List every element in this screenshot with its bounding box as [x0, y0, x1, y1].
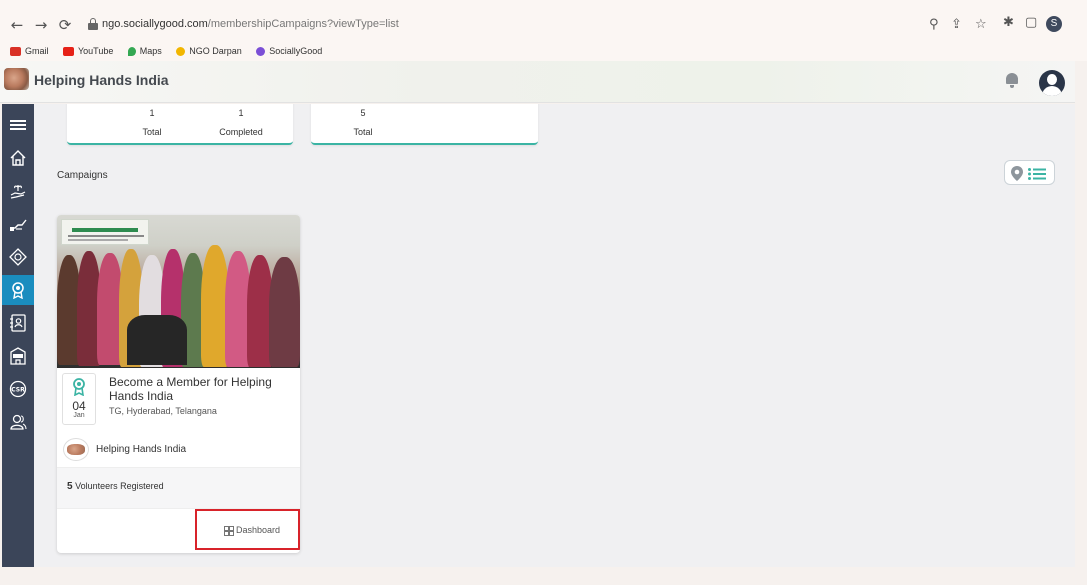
- volunteers-label: Volunteers Registered: [75, 481, 164, 491]
- ngo-darpan-icon: [176, 46, 186, 56]
- donation-icon[interactable]: [2, 209, 34, 239]
- stat-value: 1: [238, 108, 244, 118]
- stat-value: 1: [149, 108, 155, 118]
- ngo-building-icon[interactable]: [2, 341, 34, 371]
- campaign-date: 04 Jan: [62, 373, 96, 425]
- maps-icon: [127, 46, 136, 56]
- url-text: ngo.sociallygood.com/membershipCampaigns…: [102, 18, 399, 30]
- campaign-org-name: Helping Hands India: [96, 444, 187, 455]
- bookmark-label: NGO Darpan: [189, 45, 242, 56]
- view-toggle: [1004, 160, 1055, 185]
- stat-completed: 1 Completed: [191, 108, 291, 137]
- org-title: Helping Hands India: [34, 72, 169, 88]
- back-icon[interactable]: ←: [8, 16, 26, 34]
- menu-icon[interactable]: [2, 110, 34, 140]
- badge-tag-icon[interactable]: [2, 242, 34, 272]
- bookmark-label: Gmail: [25, 45, 49, 56]
- stat-total: 1 Total: [102, 108, 202, 137]
- photo-banner: [61, 219, 149, 245]
- stat-label: Total: [142, 127, 162, 137]
- main-content: 1 Total 1 Completed 5 Total Campaigns 04…: [34, 104, 1075, 567]
- stat-total-volunteers: 5 Total: [313, 108, 413, 137]
- url-domain: ngo.sociallygood.com: [102, 18, 208, 30]
- home-icon[interactable]: [2, 143, 34, 173]
- date-month: Jan: [73, 412, 85, 419]
- csr-icon[interactable]: CSR: [2, 374, 34, 404]
- campaign-photo: [57, 215, 300, 368]
- bookmark-gmail[interactable]: Gmail: [10, 46, 49, 56]
- user-avatar[interactable]: [1039, 70, 1065, 96]
- star-icon[interactable]: ☆: [975, 18, 987, 32]
- reload-icon[interactable]: ⟳: [56, 16, 74, 34]
- membership-award-icon[interactable]: [2, 275, 34, 305]
- bookmark-label: SociallyGood: [269, 45, 323, 56]
- url-path: /membershipCampaigns?viewType=list: [207, 18, 399, 30]
- dashboard-grid-icon: [224, 526, 234, 536]
- gmail-icon: [10, 46, 21, 56]
- bookmark-ngo-darpan[interactable]: NGO Darpan: [176, 46, 242, 56]
- contact-book-icon[interactable]: [2, 308, 34, 338]
- stats-card-campaigns: 1 Total 1 Completed: [67, 104, 293, 145]
- volunteers-registered: 5 Volunteers Registered: [67, 481, 164, 492]
- campaign-card[interactable]: 04 Jan Become a Member for Helping Hands…: [57, 215, 300, 553]
- campaign-title[interactable]: Become a Member for Helping Hands India: [109, 375, 289, 403]
- lock-icon: [88, 18, 98, 30]
- forward-icon[interactable]: →: [32, 16, 50, 34]
- org-logo-image: [63, 438, 89, 461]
- youtube-icon: [62, 46, 74, 56]
- volunteers-count: 5: [67, 481, 73, 492]
- address-bar[interactable]: ngo.sociallygood.com/membershipCampaigns…: [80, 12, 1020, 38]
- bookmark-label: Maps: [139, 45, 162, 56]
- users-icon[interactable]: [2, 407, 34, 437]
- sidebar: CSR: [2, 104, 34, 567]
- logo-image[interactable]: [4, 68, 29, 90]
- membership-badge-icon: [73, 378, 85, 396]
- sociallygood-icon: [256, 46, 266, 56]
- side-panel-icon[interactable]: ▢: [1025, 16, 1037, 30]
- hand-plant-icon[interactable]: [2, 176, 34, 206]
- stats-card-volunteers: 5 Total: [311, 104, 538, 145]
- profile-avatar[interactable]: S: [1046, 16, 1062, 32]
- browser-nav-row: ← → ⟳ ngo.sociallygood.com/membershipCam…: [0, 12, 1087, 38]
- bookmark-label: YouTube: [77, 45, 114, 56]
- map-pin-icon[interactable]: [1011, 166, 1023, 186]
- campaigns-section-label: Campaigns: [57, 170, 108, 181]
- stat-value: 5: [360, 108, 366, 118]
- date-day: 04: [72, 399, 86, 413]
- bell-icon[interactable]: [1005, 72, 1019, 88]
- bookmarks-bar: Gmail YouTube Maps NGO Darpan SociallyGo…: [10, 42, 332, 56]
- share-icon[interactable]: ⇪: [951, 18, 962, 32]
- bookmark-maps[interactable]: Maps: [127, 45, 162, 56]
- bookmark-sociallygood[interactable]: SociallyGood: [256, 46, 322, 56]
- list-icon[interactable]: [1028, 167, 1046, 185]
- stat-label: Total: [353, 127, 373, 137]
- dashboard-label: Dashboard: [236, 525, 281, 535]
- campaign-location: TG, Hyderabad, Telangana: [109, 406, 217, 416]
- extensions-icon[interactable]: ✱: [1003, 16, 1014, 30]
- bookmark-youtube[interactable]: YouTube: [62, 45, 114, 56]
- stat-label: Completed: [219, 127, 263, 137]
- zoom-icon[interactable]: ⚲: [929, 18, 939, 32]
- dashboard-button[interactable]: Dashboard: [195, 509, 300, 550]
- svg-text:CSR: CSR: [11, 387, 25, 394]
- app-header: Helping Hands India: [0, 61, 1075, 103]
- browser-chrome: ← → ⟳ ngo.sociallygood.com/membershipCam…: [0, 0, 1087, 61]
